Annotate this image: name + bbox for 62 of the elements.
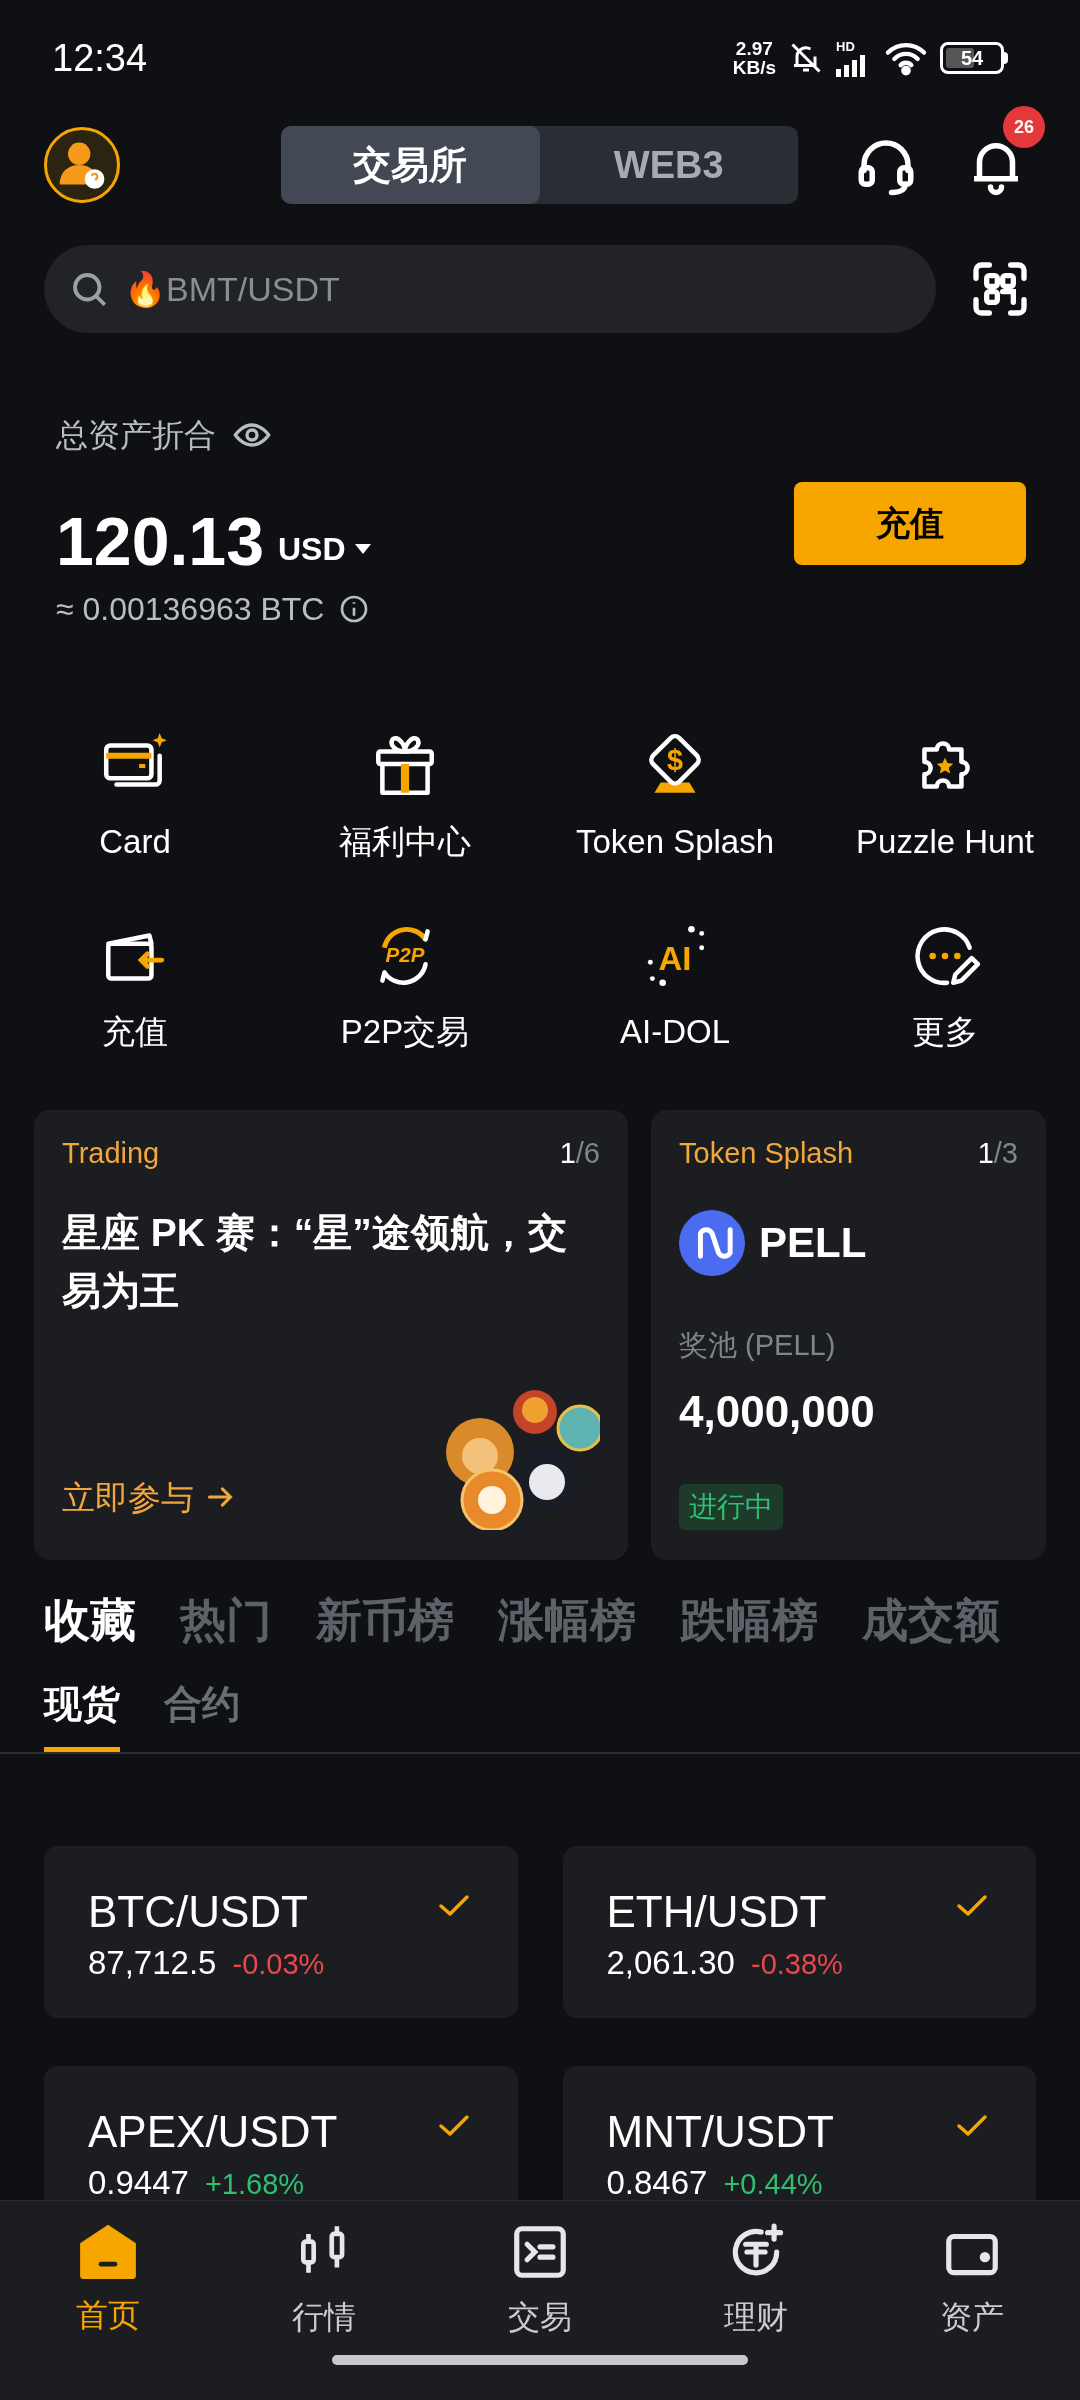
market-card[interactable]: ETH/USDT 2,061.30 -0.38%: [562, 1846, 1036, 2018]
price-change: +0.44%: [723, 2167, 823, 2200]
promo-pager: 1/3: [977, 1136, 1018, 1171]
currency-selector[interactable]: USD: [278, 525, 372, 573]
price: 2,061.30: [606, 1943, 735, 1983]
total-assets-amount: 120.13: [56, 507, 264, 575]
pair-name: BTC/USDT: [88, 1886, 309, 1938]
price: 0.9447: [88, 2163, 189, 2200]
promo-category: Trading: [62, 1136, 160, 1171]
caret-icon: [353, 542, 372, 556]
promo-pager: 1/6: [559, 1136, 600, 1171]
sub-tab[interactable]: 现货: [44, 1676, 120, 1752]
token-name: PELL: [759, 1218, 867, 1268]
price-change: -0.38%: [750, 1947, 843, 1982]
sub-tab[interactable]: 合约: [164, 1676, 240, 1752]
market-card[interactable]: MNT/USDT 0.8467 +0.44%: [562, 2066, 1036, 2200]
shortcut-item[interactable]: P2P P2P交易: [270, 918, 540, 1056]
promo-title: 星座 PK 赛：“星”途领航，交易为王: [62, 1209, 568, 1314]
market-card[interactable]: BTC/USDT 87,712.5 -0.03%: [44, 1846, 518, 2018]
checkmark-icon[interactable]: [437, 2114, 470, 2138]
market-tab[interactable]: 收藏: [44, 1585, 136, 1655]
price: 0.8467: [606, 2163, 708, 2200]
nav-tab[interactable]: 行情: [216, 2201, 432, 2355]
search-field[interactable]: 🔥BMT/USDT: [44, 245, 936, 333]
market-card[interactable]: APEX/USDT 0.9447 +1.68%: [44, 2066, 518, 2200]
exchange-tab[interactable]: 交易所: [281, 126, 540, 204]
wifi-icon: [884, 40, 928, 76]
pair-name: ETH/USDT: [606, 1886, 828, 1938]
shortcut-item[interactable]: 更多: [810, 918, 1080, 1056]
shortcut-item[interactable]: 充值: [0, 918, 270, 1056]
shortcut-item[interactable]: $ Token Splash: [540, 729, 810, 867]
pair-name: APEX/USDT: [88, 2106, 338, 2158]
status-tag: 进行中: [679, 1484, 783, 1530]
network-speed: 2.97 KB/s: [732, 39, 776, 77]
prize-pool-label: 奖池 (PELL): [679, 1327, 837, 1363]
deposit-button[interactable]: 充值: [794, 482, 1026, 565]
nav-tab[interactable]: 资产: [864, 2201, 1080, 2355]
price: 87,712.5: [88, 1943, 217, 1983]
checkmark-icon[interactable]: [956, 1894, 988, 1918]
checkmark-icon[interactable]: [956, 2114, 988, 2138]
promo-category: Token Splash: [679, 1136, 854, 1171]
btc-equivalent: ≈ 0.00136963 BTC: [56, 590, 325, 629]
promo-card[interactable]: Token Splash 1/3 PELL 奖池 (PELL) 4,000,000 进行中: [651, 1110, 1046, 1560]
exchange-tab[interactable]: WEB3: [539, 126, 798, 204]
pair-name: MNT/USDT: [606, 2106, 834, 2158]
notification-badge: 26: [1003, 106, 1045, 148]
shortcut-item[interactable]: 福利中心: [270, 729, 540, 867]
shortcut-item[interactable]: Card: [0, 729, 270, 867]
price-change: -0.03%: [232, 1947, 325, 1982]
prize-pool-amount: 4,000,000: [679, 1386, 876, 1438]
price-change: +1.68%: [204, 2167, 305, 2200]
token-logo-icon: [679, 1209, 745, 1276]
checkmark-icon[interactable]: [437, 1894, 470, 1918]
join-link[interactable]: 立即参与: [62, 1472, 234, 1522]
total-assets-label: 总资产折合: [56, 416, 216, 455]
nav-tab[interactable]: 理财: [648, 2201, 864, 2355]
nav-tab[interactable]: 交易: [432, 2201, 648, 2355]
nav-tab[interactable]: 首页: [0, 2201, 216, 2355]
status-time: 12:34: [52, 35, 148, 81]
shortcut-item[interactable]: AI AI-DOL: [540, 918, 810, 1056]
shortcut-item[interactable]: Puzzle Hunt: [810, 729, 1080, 867]
promo-card[interactable]: Trading 1/6 星座 PK 赛：“星”途领航，交易为王 立即参与: [34, 1110, 628, 1560]
